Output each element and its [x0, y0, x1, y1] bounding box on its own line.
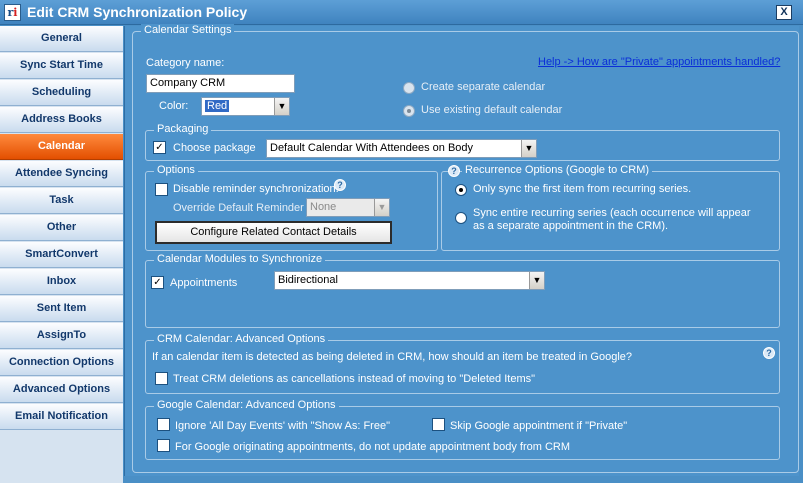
google-advanced-options-legend: Google Calendar: Advanced Options: [154, 399, 339, 411]
close-button[interactable]: X: [776, 5, 792, 20]
ignore-all-day-checkbox[interactable]: [157, 418, 170, 431]
create-separate-calendar-label: Create separate calendar: [421, 81, 546, 93]
treat-deletions-label: Treat CRM deletions as cancellations ins…: [173, 373, 536, 385]
sidebar-item-scheduling[interactable]: Scheduling: [0, 80, 123, 106]
options-legend: Options: [154, 164, 198, 176]
chevron-down-icon[interactable]: ▼: [529, 272, 544, 289]
skip-private-label: Skip Google appointment if "Private": [450, 420, 628, 432]
sidebar-item-sync-start-time[interactable]: Sync Start Time: [0, 53, 123, 79]
calendar-modules-legend: Calendar Modules to Synchronize: [154, 253, 326, 265]
sync-first-item-label: Only sync the first item from recurring …: [473, 183, 692, 195]
private-appointments-help-link[interactable]: Help -> How are "Private" appointments h…: [538, 56, 780, 68]
use-existing-calendar-radio[interactable]: [403, 105, 415, 117]
color-label: Color:: [159, 100, 189, 112]
category-name-input[interactable]: Company CRM: [146, 74, 295, 93]
sync-first-item-radio[interactable]: [455, 184, 467, 196]
sidebar-item-general[interactable]: General: [0, 26, 123, 52]
color-select-value: Red: [205, 100, 230, 112]
package-select[interactable]: Default Calendar With Attendees on Body …: [266, 139, 537, 158]
recurrence-options-legend: Recurrence Options (Google to CRM): [462, 164, 653, 176]
appointments-direction-value: Bidirectional: [278, 274, 338, 286]
crm-advanced-options-group: CRM Calendar: Advanced Options: [145, 333, 780, 394]
sync-entire-series-label-line1: Sync entire recurring series (each occur…: [473, 207, 751, 219]
sidebar-item-attendee-syncing[interactable]: Attendee Syncing: [0, 161, 123, 187]
ignore-all-day-label: Ignore 'All Day Events' with "Show As: F…: [175, 420, 390, 432]
calendar-settings-legend: Calendar Settings: [141, 24, 235, 36]
help-icon[interactable]: ?: [334, 179, 346, 191]
sync-entire-series-label-line2: as a separate appointment in the CRM).: [473, 220, 669, 232]
no-update-body-label: For Google originating appointments, do …: [175, 441, 571, 453]
appointments-label: Appointments: [170, 277, 238, 289]
help-icon[interactable]: ?: [448, 165, 460, 177]
crm-advanced-options-legend: CRM Calendar: Advanced Options: [154, 333, 329, 345]
category-name-label: Category name:: [146, 57, 225, 69]
chevron-down-icon[interactable]: ▼: [374, 199, 389, 216]
sidebar-item-calendar[interactable]: Calendar: [0, 134, 123, 160]
title-bar: ri Edit CRM Synchronization Policy X: [0, 0, 803, 25]
disable-reminder-checkbox[interactable]: [155, 183, 168, 196]
configure-contact-details-button[interactable]: Configure Related Contact Details: [155, 221, 392, 244]
no-update-body-checkbox[interactable]: [157, 439, 170, 452]
chevron-down-icon[interactable]: ▼: [521, 140, 536, 157]
sidebar: General Sync Start Time Scheduling Addre…: [0, 26, 123, 483]
sidebar-item-email-notification[interactable]: Email Notification: [0, 404, 123, 430]
sidebar-item-connection-options[interactable]: Connection Options: [0, 350, 123, 376]
chevron-down-icon[interactable]: ▼: [274, 98, 289, 115]
sidebar-item-advanced-options[interactable]: Advanced Options: [0, 377, 123, 403]
treat-deletions-checkbox[interactable]: [155, 372, 168, 385]
disable-reminder-label: Disable reminder synchronization.: [173, 183, 339, 195]
override-reminder-select[interactable]: None ▼: [306, 198, 390, 217]
sidebar-item-sent-item[interactable]: Sent Item: [0, 296, 123, 322]
color-select[interactable]: Red ▼: [201, 97, 290, 116]
appointments-direction-select[interactable]: Bidirectional ▼: [274, 271, 545, 290]
package-select-value: Default Calendar With Attendees on Body: [270, 142, 474, 154]
sidebar-item-task[interactable]: Task: [0, 188, 123, 214]
use-existing-calendar-label: Use existing default calendar: [421, 104, 563, 116]
sidebar-item-smartconvert[interactable]: SmartConvert: [0, 242, 123, 268]
app-logo-icon: ri: [4, 4, 21, 21]
override-reminder-label: Override Default Reminder: [173, 202, 304, 214]
appointments-checkbox[interactable]: ✓: [151, 276, 164, 289]
sync-entire-series-radio[interactable]: [455, 212, 467, 224]
choose-package-checkbox[interactable]: ✓: [153, 141, 166, 154]
help-icon[interactable]: ?: [763, 347, 775, 359]
sidebar-item-other[interactable]: Other: [0, 215, 123, 241]
sidebar-item-address-books[interactable]: Address Books: [0, 107, 123, 133]
crm-deletion-question: If an calendar item is detected as being…: [152, 351, 633, 363]
create-separate-calendar-radio[interactable]: [403, 82, 415, 94]
sidebar-item-inbox[interactable]: Inbox: [0, 269, 123, 295]
skip-private-checkbox[interactable]: [432, 418, 445, 431]
window-title: Edit CRM Synchronization Policy: [27, 4, 248, 20]
choose-package-label: Choose package: [173, 142, 256, 154]
override-reminder-value: None: [310, 201, 337, 213]
sidebar-item-assignto[interactable]: AssignTo: [0, 323, 123, 349]
packaging-legend: Packaging: [154, 123, 212, 135]
